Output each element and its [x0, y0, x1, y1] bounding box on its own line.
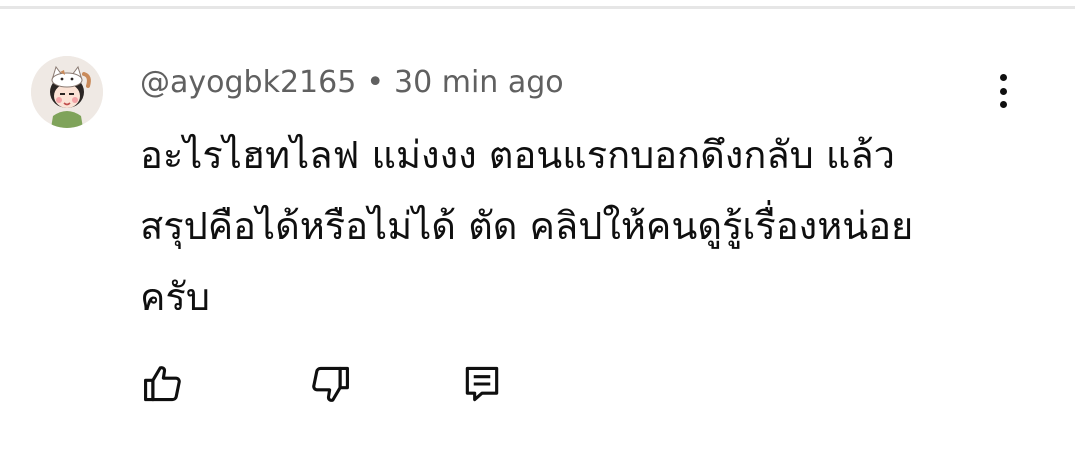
- comment-meta: @ayogbk2165 • 30 min ago: [140, 62, 564, 102]
- more-options-button[interactable]: [988, 68, 1018, 114]
- comment-timestamp: 30 min ago: [394, 64, 564, 100]
- more-vertical-icon-dot: [999, 87, 1007, 95]
- avatar[interactable]: [31, 56, 103, 128]
- thumbs-up-icon: [144, 366, 181, 402]
- top-divider: [0, 6, 1075, 9]
- thumbs-down-icon: [312, 366, 349, 402]
- comment-author[interactable]: @ayogbk2165: [140, 65, 356, 100]
- dislike-button[interactable]: [306, 360, 354, 408]
- more-vertical-icon: [999, 74, 1007, 81]
- meta-separator: •: [366, 64, 385, 100]
- like-button[interactable]: [139, 360, 187, 408]
- comment-reply-icon: [465, 366, 499, 402]
- comment-text: อะไรไฮทไลฟ แม่งงง ตอนแรกบอกดึงกลับ แล้ว …: [140, 133, 914, 319]
- more-vertical-icon-dot: [999, 101, 1007, 108]
- avatar-image: [31, 56, 103, 128]
- reply-button[interactable]: [458, 360, 506, 408]
